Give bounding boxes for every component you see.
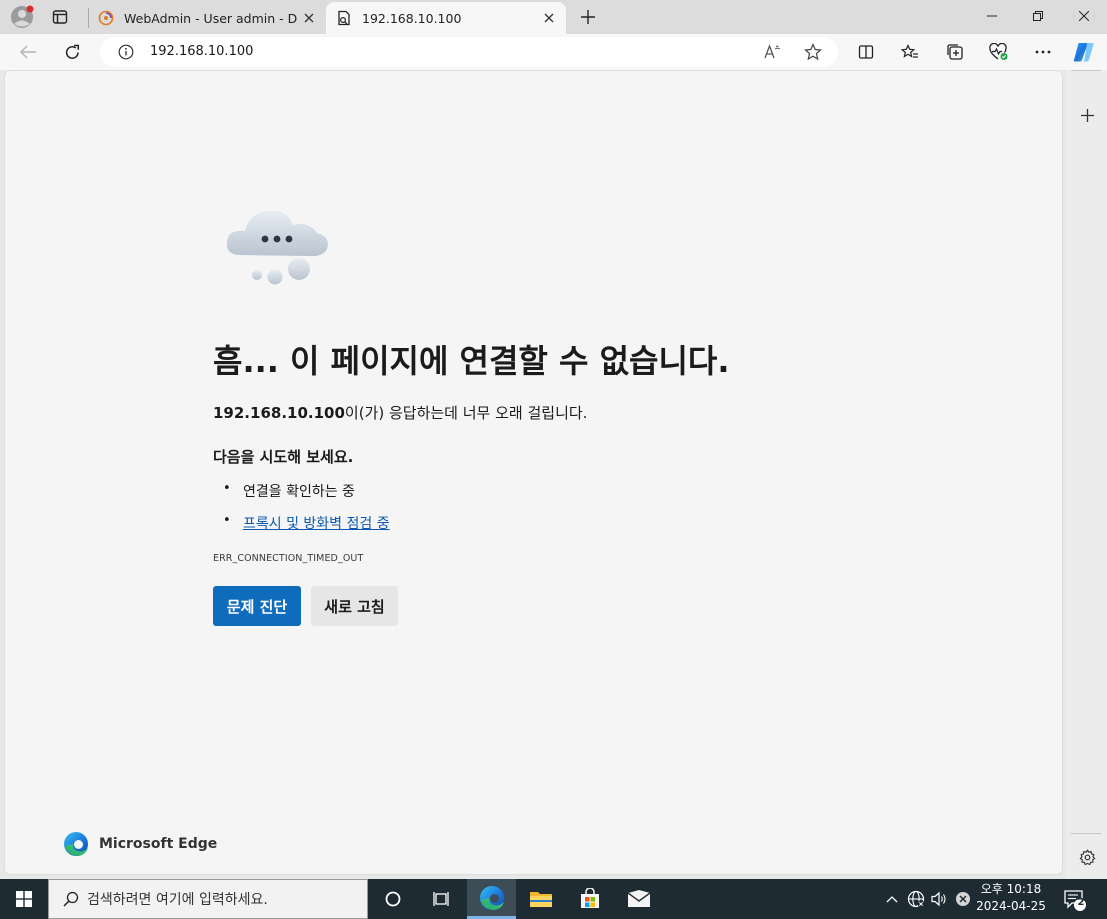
proxy-firewall-link[interactable]: 프록시 및 방화벽 점검 중 (243, 516, 390, 532)
close-icon (1079, 11, 1089, 21)
restore-icon (1033, 11, 1043, 21)
tray-status-button[interactable] (952, 887, 974, 911)
read-aloud-icon[interactable] (764, 44, 782, 60)
copilot-icon (1073, 43, 1094, 62)
navigation-toolbar: 192.168.10.100 (0, 34, 1107, 70)
profile-avatar-icon (11, 5, 34, 28)
tab-close-button[interactable] (298, 7, 320, 29)
favorite-star-icon[interactable] (804, 43, 822, 61)
edge-logo-icon (479, 885, 504, 910)
taskbar-mail[interactable] (614, 879, 663, 919)
error-code: ERR_CONNECTION_TIMED_OUT (213, 553, 364, 564)
store-bag-icon (580, 888, 599, 908)
taskbar-microsoft-store[interactable] (565, 879, 614, 919)
minimize-button[interactable] (969, 0, 1015, 32)
cortana-button[interactable] (368, 879, 417, 919)
heart-pulse-icon (989, 43, 1008, 60)
gear-icon (1079, 848, 1095, 865)
suggestion-text: 연결을 확인하는 중 (243, 484, 355, 500)
sidebar-add-button[interactable] (1076, 104, 1098, 126)
edge-sidebar (1066, 70, 1107, 880)
taskbar-search-box[interactable]: 검색하려면 여기에 입력하세요. (48, 879, 368, 919)
taskbar-clock[interactable]: 오후 10:18 2024-04-25 (976, 881, 1046, 915)
minimize-icon (987, 15, 997, 17)
back-button[interactable] (12, 37, 44, 67)
page-content: 흠... 이 페이지에 연결할 수 없습니다. 192.168.10.100이(… (4, 70, 1063, 875)
address-bar[interactable]: 192.168.10.100 (100, 37, 838, 67)
suggestion-item: 연결을 확인하는 중 (223, 481, 355, 501)
task-view-button[interactable] (417, 879, 466, 919)
windows-taskbar: 검색하려면 여기에 입력하세요. 오후 10:18 2024-04-25 2 (0, 879, 1107, 919)
globe-network-icon (907, 890, 925, 908)
error-host: 192.168.10.100 (213, 404, 345, 422)
sidebar-settings-button[interactable] (1076, 846, 1098, 868)
browser-essentials-button[interactable] (983, 37, 1015, 67)
copilot-button[interactable] (1068, 37, 1100, 67)
close-icon (304, 13, 314, 23)
show-hidden-icons-button[interactable] (881, 887, 903, 911)
suggestion-item: 프록시 및 방화벽 점검 중 (223, 513, 390, 533)
tab-actions-icon (52, 10, 68, 24)
tab-192-168-10-100[interactable]: 192.168.10.100 (326, 2, 566, 34)
chevron-up-icon (886, 896, 898, 903)
plus-icon (1080, 108, 1094, 122)
close-icon (544, 13, 554, 23)
error-description-text: 이(가) 응답하는데 너무 오래 걸립니다. (344, 404, 588, 422)
taskbar-file-explorer[interactable] (516, 879, 565, 919)
search-placeholder: 검색하려면 여기에 입력하세요. (87, 892, 268, 908)
notification-count: 2 (1077, 897, 1085, 908)
task-view-icon (432, 892, 449, 906)
edge-brand-name: Microsoft Edge (99, 836, 218, 852)
collections-button[interactable] (939, 37, 971, 67)
refresh-page-button[interactable]: 새로 고침 (311, 586, 398, 626)
refresh-button[interactable] (56, 37, 88, 67)
tab-close-button[interactable] (538, 7, 560, 29)
edge-logo-icon (64, 832, 88, 856)
windows-logo-icon (16, 891, 32, 907)
edge-brand: Microsoft Edge (63, 831, 217, 857)
profile-button[interactable] (6, 3, 38, 31)
close-circle-icon (956, 892, 970, 906)
diagnose-button[interactable]: 문제 진단 (213, 586, 301, 626)
clock-time: 오후 10:18 (980, 882, 1042, 896)
restore-button[interactable] (1015, 0, 1061, 32)
address-url[interactable]: 192.168.10.100 (150, 44, 253, 59)
try-title: 다음을 시도해 보세요. (213, 448, 354, 466)
favorites-list-icon (901, 44, 918, 58)
folder-icon (529, 892, 552, 907)
error-heading: 흠... 이 페이지에 연결할 수 없습니다. (213, 342, 730, 380)
settings-more-button[interactable] (1027, 37, 1059, 67)
site-info-icon[interactable] (118, 44, 134, 60)
network-tray-button[interactable] (905, 887, 927, 911)
error-description: 192.168.10.100이(가) 응답하는데 너무 오래 걸립니다. (213, 402, 587, 423)
cloud-thinking-icon (226, 210, 328, 285)
tab-actions-button[interactable] (44, 3, 76, 31)
tab-strip: WebAdmin - User admin - Device 192.168.1… (0, 0, 1107, 34)
cortana-circle-icon (385, 891, 400, 907)
favorites-button[interactable] (894, 37, 926, 67)
split-screen-button[interactable] (850, 37, 882, 67)
refresh-icon (65, 44, 79, 59)
plus-icon (581, 10, 595, 24)
more-dots-icon (1035, 50, 1051, 54)
search-icon (63, 891, 79, 907)
mail-icon (627, 890, 650, 907)
tab-title: 192.168.10.100 (362, 10, 462, 26)
taskbar-edge-app[interactable] (467, 879, 516, 919)
notification-center-button[interactable]: 2 (1062, 887, 1088, 913)
collections-icon (947, 44, 963, 60)
new-tab-button[interactable] (572, 3, 604, 31)
volume-tray-button[interactable] (929, 887, 951, 911)
start-button[interactable] (0, 879, 48, 919)
tab-webadmin[interactable]: WebAdmin - User admin - Device (88, 2, 326, 34)
tab-title: WebAdmin - User admin - Device (124, 10, 298, 26)
window-close-button[interactable] (1061, 0, 1107, 32)
split-screen-icon (858, 45, 874, 59)
clock-date: 2024-04-25 (976, 899, 1046, 913)
speaker-icon (931, 891, 946, 907)
page-error-favicon-icon (338, 10, 350, 26)
back-arrow-icon (19, 45, 36, 59)
webadmin-favicon-icon (98, 10, 114, 26)
